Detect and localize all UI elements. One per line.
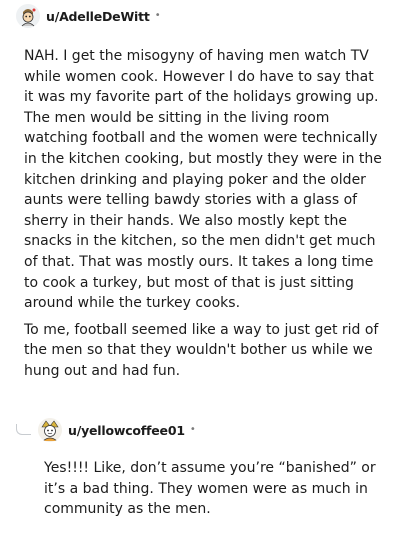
comment-paragraph: NAH. I get the misogyny of having men wa… bbox=[24, 48, 382, 312]
separator-dot: • bbox=[154, 10, 161, 21]
comment-header: u/AdelleDeWitt • bbox=[16, 4, 161, 28]
comment-username[interactable]: u/AdelleDeWitt bbox=[46, 9, 150, 24]
reply-body: Yes!!!! Like, don’t assume you’re “banis… bbox=[44, 458, 384, 520]
reply-username[interactable]: u/yellowcoffee01 bbox=[68, 423, 185, 438]
comment-paragraph: To me, football seemed like a way to jus… bbox=[24, 321, 379, 379]
reply-header: u/yellowcoffee01 • bbox=[38, 418, 196, 442]
snoo-avatar-icon[interactable] bbox=[16, 4, 40, 28]
separator-dot: • bbox=[189, 424, 196, 435]
reply-paragraph: Yes!!!! Like, don’t assume you’re “banis… bbox=[44, 460, 376, 518]
reply-thread-icon bbox=[16, 424, 31, 435]
snoo-avatar-icon[interactable] bbox=[38, 418, 62, 442]
comment-body: NAH. I get the misogyny of having men wa… bbox=[24, 46, 382, 382]
